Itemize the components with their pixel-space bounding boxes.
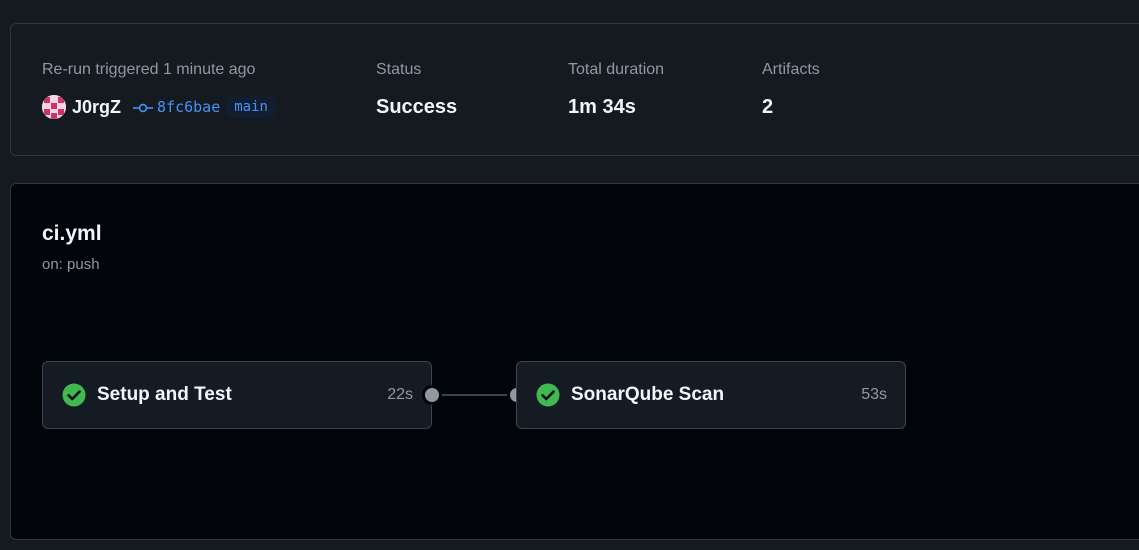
check-circle-icon: [536, 383, 560, 407]
artifacts-label: Artifacts: [762, 61, 820, 78]
commit-sha-link[interactable]: 8fc6bae: [157, 98, 220, 116]
duration-label: Total duration: [568, 61, 665, 78]
artifacts-count[interactable]: 2: [762, 95, 820, 119]
run-summary-panel: Re-run triggered 1 minute ago J0rgZ 8fc6…: [10, 23, 1139, 156]
job-duration: 22s: [387, 386, 413, 403]
avatar[interactable]: [42, 95, 66, 119]
artifacts-column: Artifacts 2: [762, 60, 820, 119]
job-name: SonarQube Scan: [571, 384, 725, 405]
trigger-info: J0rgZ 8fc6bae main: [42, 94, 276, 120]
trigger-column: Re-run triggered 1 minute ago J0rgZ 8fc6…: [42, 60, 276, 120]
job-output-dot: [422, 385, 442, 405]
check-circle-icon: [62, 383, 86, 407]
status-label: Status: [376, 61, 422, 78]
commit-icon: [133, 101, 154, 113]
workflow-file-name[interactable]: ci.yml: [42, 222, 102, 246]
trigger-label: Re-run triggered 1 minute ago: [42, 61, 256, 78]
branch-badge[interactable]: main: [226, 96, 276, 118]
actor-link[interactable]: J0rgZ: [72, 97, 121, 118]
status-column: Status Success: [376, 60, 457, 119]
job-name: Setup and Test: [97, 384, 232, 405]
duration-column: Total duration 1m 34s: [568, 60, 664, 119]
job-sonarqube-scan[interactable]: SonarQube Scan 53s: [516, 361, 906, 429]
job-duration: 53s: [861, 386, 887, 403]
status-value: Success: [376, 96, 458, 118]
workflow-trigger: on: push: [42, 256, 100, 273]
job-connector-line: [432, 394, 516, 396]
job-setup-and-test[interactable]: Setup and Test 22s: [42, 361, 432, 429]
duration-value: 1m 34s: [568, 96, 636, 118]
workflow-graph-panel: ci.yml on: push Setup and Test 22s Sonar…: [10, 183, 1139, 540]
